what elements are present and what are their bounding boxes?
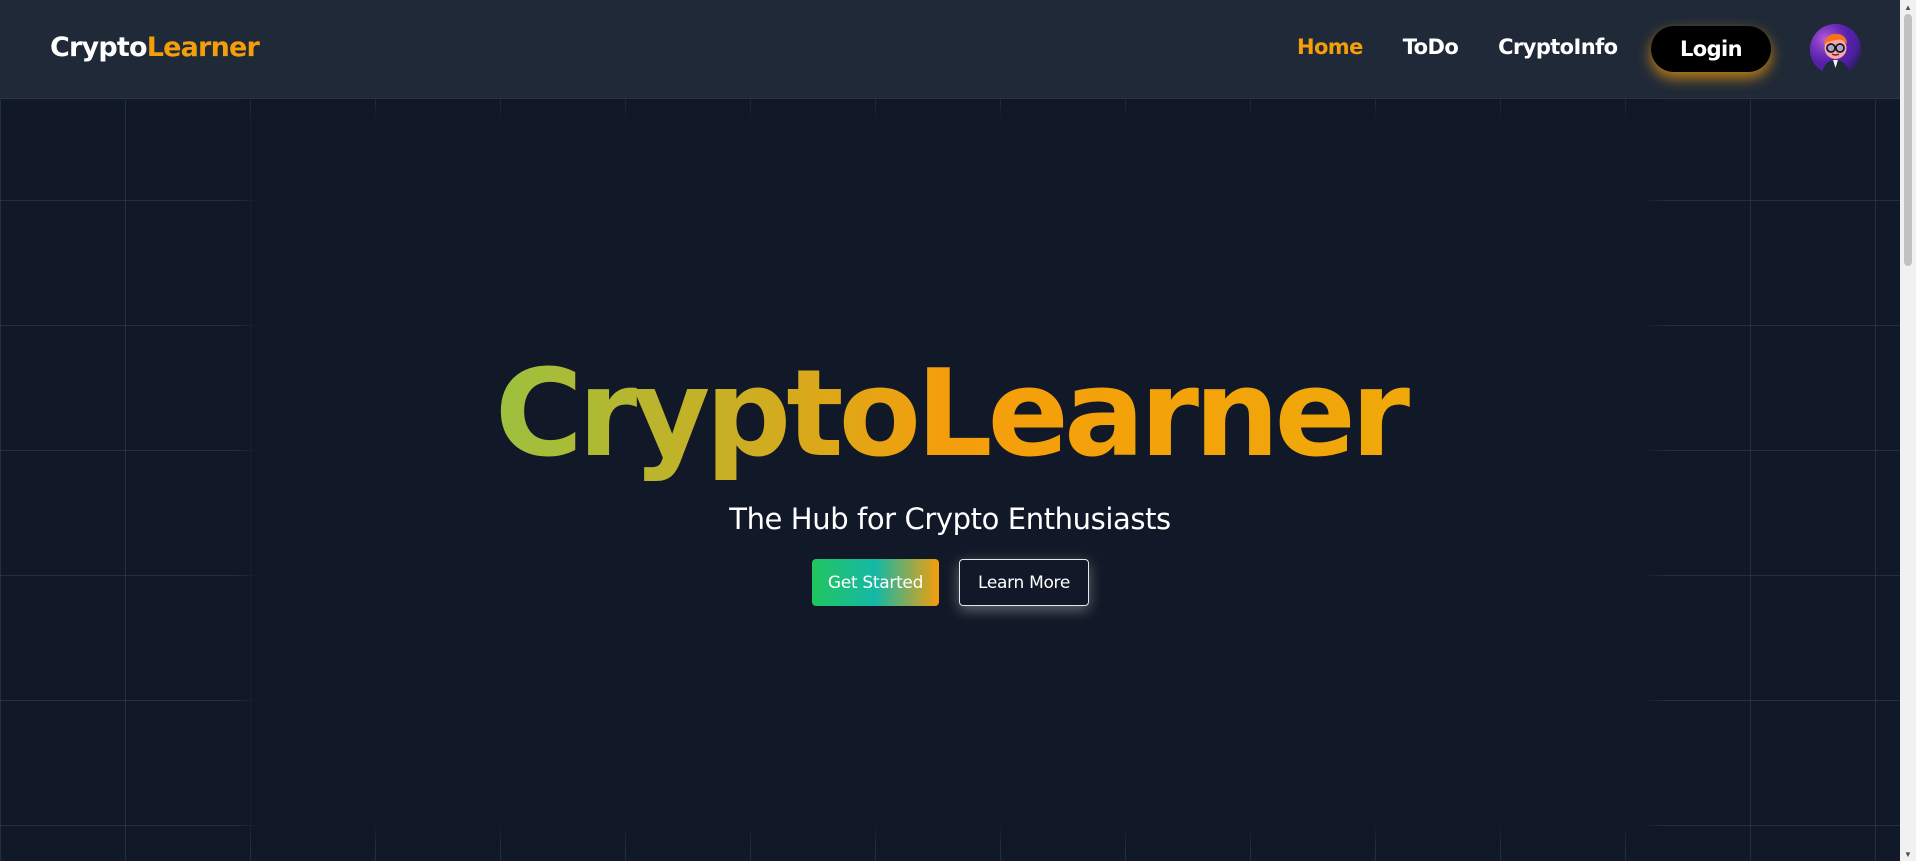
learn-more-button[interactable]: Learn More xyxy=(959,559,1089,606)
site-logo[interactable]: CryptoLearner xyxy=(50,32,260,63)
navbar: CryptoLearner Home ToDo CryptoInfo Login xyxy=(0,0,1900,99)
vertical-scrollbar[interactable]: ▲ ▼ xyxy=(1900,0,1916,861)
page: CryptoLearner Home ToDo CryptoInfo Login xyxy=(0,0,1916,861)
logo-primary-text: Crypto xyxy=(50,32,148,63)
user-avatar-icon[interactable] xyxy=(1810,24,1861,75)
nav-link-cryptoinfo[interactable]: CryptoInfo xyxy=(1498,35,1618,59)
logo-accent-text: Learner xyxy=(146,32,260,63)
hero-actions: Get Started Learn More xyxy=(812,559,1089,606)
hero-title: CryptoLearner xyxy=(0,345,1900,485)
scrollbar-thumb[interactable] xyxy=(1904,14,1912,266)
nav-links: Home ToDo CryptoInfo xyxy=(1297,35,1657,59)
avatar-illustration xyxy=(1810,24,1861,75)
hero-subtitle: The Hub for Crypto Enthusiasts xyxy=(729,502,1171,536)
login-button[interactable]: Login xyxy=(1651,26,1771,72)
nav-link-todo[interactable]: ToDo xyxy=(1403,35,1459,59)
get-started-button[interactable]: Get Started xyxy=(812,559,939,606)
nav-link-home[interactable]: Home xyxy=(1297,35,1363,59)
scroll-down-arrow-icon[interactable]: ▼ xyxy=(1900,847,1916,861)
scroll-up-arrow-icon[interactable]: ▲ xyxy=(1900,0,1916,14)
